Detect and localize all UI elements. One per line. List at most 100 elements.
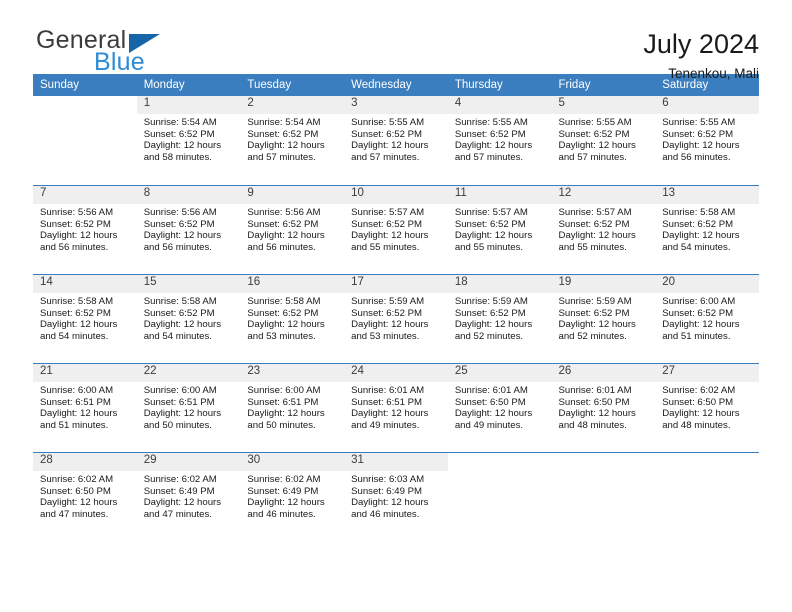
calendar-day-cell[interactable]: 15 Sunrise: 5:58 AM Sunset: 6:52 PM Dayligh… xyxy=(136,274,241,363)
calendar-week-row: 21 Sunrise: 6:00 AM Sunset: 6:51 PM Dayligh… xyxy=(33,363,759,452)
calendar-day-cell[interactable]: 7 Sunrise: 5:56 AM Sunset: 6:52 PM Daylight… xyxy=(33,185,137,274)
calendar-day-cell[interactable]: 1 Sunrise: 5:54 AM Sunset: 6:52 PM Daylight… xyxy=(136,96,241,185)
daylight-text-line2: and 57 minutes. xyxy=(558,151,627,163)
sunset-text: Sunset: 6:52 PM xyxy=(247,307,319,319)
daylight-text-line1: Daylight: 12 hours xyxy=(558,408,636,420)
calendar-day-cell[interactable]: 25 Sunrise: 6:01 AM Sunset: 6:50 PM Dayligh… xyxy=(447,363,552,452)
daylight-text-line2: and 50 minutes. xyxy=(143,419,212,431)
daylight-text-line2: and 46 minutes. xyxy=(351,508,420,520)
calendar-day-cell[interactable]: 19 Sunrise: 5:59 AM Sunset: 6:52 PM Dayligh… xyxy=(551,274,656,363)
daylight-text-line1: Daylight: 12 hours xyxy=(351,497,429,509)
day-details: Sunrise: 6:01 AM Sunset: 6:51 PM Daylight:… xyxy=(344,382,448,431)
calendar-day-cell[interactable]: 13 Sunrise: 5:58 AM Sunset: 6:52 PM Dayligh… xyxy=(655,185,759,274)
page-header: General Blue July 2024 Tenenkou, Mali xyxy=(33,0,759,81)
sunset-text: Sunset: 6:51 PM xyxy=(351,396,423,408)
day-details: Sunrise: 5:58 AM Sunset: 6:52 PM Daylight:… xyxy=(137,293,241,342)
day-number: 31 xyxy=(344,453,448,471)
day-details: Sunrise: 5:57 AM Sunset: 6:52 PM Daylight:… xyxy=(552,204,656,253)
calendar-day-cell[interactable]: 20 Sunrise: 6:00 AM Sunset: 6:52 PM Dayligh… xyxy=(655,274,759,363)
sunset-text: Sunset: 6:52 PM xyxy=(662,128,734,140)
day-details: Sunrise: 5:56 AM Sunset: 6:52 PM Daylight:… xyxy=(33,204,137,253)
day-details: Sunrise: 6:01 AM Sunset: 6:50 PM Daylight:… xyxy=(448,382,552,431)
daylight-text-line1: Daylight: 12 hours xyxy=(454,408,533,420)
calendar-day-cell[interactable]: 21 Sunrise: 6:00 AM Sunset: 6:51 PM Dayligh… xyxy=(33,363,137,452)
daylight-text-line2: and 55 minutes. xyxy=(558,241,627,253)
daylight-text-line1: Daylight: 12 hours xyxy=(662,408,740,420)
sunset-text: Sunset: 6:51 PM xyxy=(40,396,111,408)
calendar-day-cell[interactable]: 8 Sunrise: 5:56 AM Sunset: 6:52 PM Daylight… xyxy=(136,185,241,274)
day-number: 5 xyxy=(551,96,656,114)
day-details: Sunrise: 5:58 AM Sunset: 6:52 PM Daylight:… xyxy=(655,204,759,253)
calendar-day-cell[interactable]: 5 Sunrise: 5:55 AM Sunset: 6:52 PM Daylight… xyxy=(551,96,656,185)
daylight-text-line2: and 56 minutes. xyxy=(662,151,731,163)
daylight-text-line1: Daylight: 12 hours xyxy=(662,319,740,331)
day-details: Sunrise: 5:59 AM Sunset: 6:52 PM Daylight:… xyxy=(344,293,448,342)
calendar-day-cell[interactable]: 14 Sunrise: 5:58 AM Sunset: 6:52 PM Dayligh… xyxy=(33,274,137,363)
sunrise-text: Sunrise: 6:00 AM xyxy=(40,385,114,396)
calendar-day-cell[interactable]: 27 Sunrise: 6:02 AM Sunset: 6:50 PM Dayligh… xyxy=(655,363,759,452)
sunset-text: Sunset: 6:52 PM xyxy=(40,307,111,319)
calendar-day-cell[interactable]: 30 Sunrise: 6:02 AM Sunset: 6:49 PM Dayligh… xyxy=(240,452,345,541)
sunrise-text: Sunrise: 5:59 AM xyxy=(351,296,425,307)
sunrise-text: Sunrise: 5:56 AM xyxy=(143,207,217,218)
day-details: Sunrise: 6:02 AM Sunset: 6:49 PM Daylight:… xyxy=(240,471,344,520)
calendar-day-cell[interactable]: 3 Sunrise: 5:55 AM Sunset: 6:52 PM Daylight… xyxy=(344,96,448,185)
day-number: 2 xyxy=(240,96,345,114)
sunrise-text: Sunrise: 6:02 AM xyxy=(143,474,217,485)
calendar-day-cell[interactable]: 4 Sunrise: 5:55 AM Sunset: 6:52 PM Daylight… xyxy=(447,96,552,185)
page-title: July 2024 xyxy=(643,29,759,59)
calendar-day-cell[interactable]: 16 Sunrise: 5:58 AM Sunset: 6:52 PM Dayligh… xyxy=(240,274,345,363)
calendar-day-cell[interactable]: 10 Sunrise: 5:57 AM Sunset: 6:52 PM Dayligh… xyxy=(344,185,448,274)
calendar-day-cell[interactable]: 28 Sunrise: 6:02 AM Sunset: 6:50 PM Dayligh… xyxy=(33,452,137,541)
day-number: 3 xyxy=(344,96,448,114)
calendar-day-cell[interactable]: 29 Sunrise: 6:02 AM Sunset: 6:49 PM Dayligh… xyxy=(136,452,241,541)
calendar-page: General Blue July 2024 Tenenkou, Mali Su… xyxy=(0,0,792,612)
general-blue-logo[interactable]: General Blue xyxy=(33,26,233,76)
calendar-day-cell[interactable]: 11 Sunrise: 5:57 AM Sunset: 6:52 PM Dayligh… xyxy=(447,185,552,274)
day-number: 24 xyxy=(344,364,448,382)
day-details xyxy=(552,471,656,474)
sunset-text: Sunset: 6:50 PM xyxy=(662,396,734,408)
calendar-day-cell[interactable]: 31 Sunrise: 6:03 AM Sunset: 6:49 PM Dayligh… xyxy=(344,452,448,541)
weekday-header-tuesday: Tuesday xyxy=(240,74,345,96)
day-details: Sunrise: 6:00 AM Sunset: 6:51 PM Daylight:… xyxy=(33,382,137,431)
daylight-text-line2: and 49 minutes. xyxy=(351,419,420,431)
day-details: Sunrise: 5:57 AM Sunset: 6:52 PM Daylight:… xyxy=(448,204,552,253)
day-number: 13 xyxy=(655,186,759,204)
calendar-day-cell[interactable]: 24 Sunrise: 6:01 AM Sunset: 6:51 PM Dayligh… xyxy=(344,363,448,452)
daylight-text-line1: Daylight: 12 hours xyxy=(143,140,222,152)
sunrise-text: Sunrise: 6:01 AM xyxy=(454,385,528,396)
day-number: 20 xyxy=(655,275,759,293)
calendar-day-cell[interactable]: 6 Sunrise: 5:55 AM Sunset: 6:52 PM Daylight… xyxy=(655,96,759,185)
sunrise-text: Sunrise: 5:57 AM xyxy=(351,207,425,218)
day-number xyxy=(447,453,552,471)
daylight-text-line1: Daylight: 12 hours xyxy=(454,230,533,242)
calendar-day-cell[interactable]: 23 Sunrise: 6:00 AM Sunset: 6:51 PM Dayligh… xyxy=(240,363,345,452)
calendar-day-cell[interactable]: 17 Sunrise: 5:59 AM Sunset: 6:52 PM Dayligh… xyxy=(344,274,448,363)
daylight-text-line1: Daylight: 12 hours xyxy=(143,230,222,242)
sunrise-text: Sunrise: 6:00 AM xyxy=(662,296,736,307)
daylight-text-line1: Daylight: 12 hours xyxy=(454,319,533,331)
daylight-text-line1: Daylight: 12 hours xyxy=(351,140,429,152)
daylight-text-line1: Daylight: 12 hours xyxy=(143,408,222,420)
sunrise-text: Sunrise: 5:57 AM xyxy=(454,207,528,218)
calendar-day-cell[interactable]: 2 Sunrise: 5:54 AM Sunset: 6:52 PM Daylight… xyxy=(240,96,345,185)
weekday-header-sunday: Sunday xyxy=(33,74,137,96)
calendar-day-cell[interactable]: 9 Sunrise: 5:56 AM Sunset: 6:52 PM Daylight… xyxy=(240,185,345,274)
calendar-table: Sunday Monday Tuesday Wednesday Thursday Frid… xyxy=(33,74,759,541)
calendar-cell-empty xyxy=(33,96,137,185)
sunset-text: Sunset: 6:49 PM xyxy=(351,485,423,497)
weekday-header-wednesday: Wednesday xyxy=(344,74,448,96)
calendar-day-cell[interactable]: 18 Sunrise: 5:59 AM Sunset: 6:52 PM Dayligh… xyxy=(447,274,552,363)
daylight-text-line1: Daylight: 12 hours xyxy=(247,140,325,152)
calendar-day-cell[interactable]: 26 Sunrise: 6:01 AM Sunset: 6:50 PM Dayligh… xyxy=(551,363,656,452)
day-details: Sunrise: 5:55 AM Sunset: 6:52 PM Daylight:… xyxy=(344,114,448,163)
calendar-day-cell[interactable]: 12 Sunrise: 5:57 AM Sunset: 6:52 PM Dayligh… xyxy=(551,185,656,274)
weekday-header-friday: Friday xyxy=(551,74,656,96)
day-number: 18 xyxy=(447,275,552,293)
calendar-day-cell[interactable]: 22 Sunrise: 6:00 AM Sunset: 6:51 PM Dayligh… xyxy=(136,363,241,452)
sunset-text: Sunset: 6:50 PM xyxy=(454,396,526,408)
day-details: Sunrise: 5:59 AM Sunset: 6:52 PM Daylight:… xyxy=(448,293,552,342)
sunrise-text: Sunrise: 5:54 AM xyxy=(247,117,321,128)
day-number: 21 xyxy=(33,364,137,382)
